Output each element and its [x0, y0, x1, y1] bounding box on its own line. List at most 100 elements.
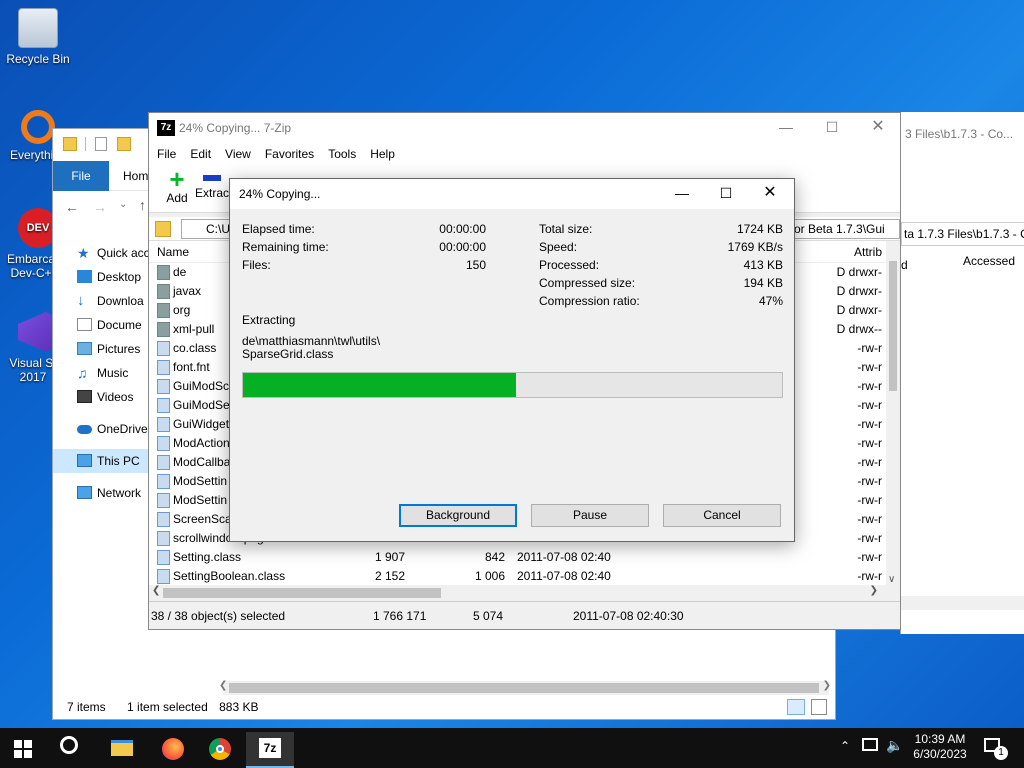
status-selection: 38 / 38 object(s) selected — [151, 609, 286, 623]
background-button[interactable]: Background — [399, 504, 517, 527]
maximize-icon[interactable]: ☐ — [822, 117, 842, 137]
new-folder-icon[interactable] — [117, 137, 131, 151]
tray-overflow-chevron-icon[interactable]: ⌃ — [840, 739, 850, 753]
sidebar-item-documents[interactable]: Docume — [53, 313, 151, 337]
menu-file[interactable]: File — [157, 147, 176, 161]
stat-processed: Processed: 413 KB — [539, 256, 783, 274]
scroll-thumb[interactable] — [163, 588, 441, 598]
column-name[interactable]: Name — [157, 241, 189, 263]
scroll-down-icon[interactable]: ∨ — [888, 574, 895, 585]
file-icon — [157, 455, 170, 470]
cancel-button[interactable]: Cancel — [663, 504, 781, 527]
close-icon[interactable]: ✕ — [760, 183, 780, 203]
7zip-menu-bar: File Edit View Favorites Tools Help — [149, 143, 900, 165]
stat-value: 00:00:00 — [439, 222, 486, 236]
sidebar-item-label: Desktop — [97, 270, 142, 284]
menu-favorites[interactable]: Favorites — [265, 147, 314, 161]
7zip-icon[interactable]: 7z — [246, 732, 294, 768]
add-button[interactable]: + Add — [157, 166, 197, 205]
folder-up-icon[interactable] — [155, 221, 171, 237]
scroll-right-icon[interactable]: ❯ — [823, 680, 831, 691]
file-name: ModSettin — [173, 493, 228, 507]
scroll-left-icon[interactable]: ❮ — [219, 680, 227, 691]
sidebar-item-network[interactable]: Network — [53, 481, 151, 505]
menu-view[interactable]: View — [225, 147, 251, 161]
file-name: ScreenScal — [173, 512, 235, 526]
table-row[interactable]: SettingBoolean.class 2 152 1 006 2011-07-08… — [149, 567, 886, 586]
network-tray-icon[interactable] — [862, 738, 878, 751]
search-magnifier-icon — [21, 110, 55, 144]
volume-muted-icon[interactable]: 🔈 — [886, 737, 903, 754]
sidebar-item-this-pc[interactable]: This PC — [53, 449, 151, 473]
scroll-thumb[interactable] — [889, 261, 897, 391]
firefox-icon[interactable] — [148, 732, 196, 768]
minimize-icon[interactable]: — — [672, 183, 692, 203]
sidebar-item-pictures[interactable]: Pictures — [53, 337, 151, 361]
chevron-down-icon[interactable]: ⌄ — [119, 199, 127, 210]
progress-fill — [243, 373, 517, 397]
file-name: xml-pull — [173, 322, 215, 336]
folder-icon — [157, 284, 170, 299]
file-name: GuiModSel — [173, 398, 233, 412]
separator — [85, 137, 86, 151]
stat-label: Total size: — [539, 222, 593, 236]
close-icon[interactable]: ✕ — [868, 117, 888, 137]
file-explorer-icon[interactable] — [98, 732, 146, 768]
path-input-tail[interactable]: or Beta 1.7.3\Gui — [794, 219, 900, 239]
up-arrow-icon[interactable]: ↑ — [139, 197, 146, 213]
menu-tools[interactable]: Tools — [328, 147, 356, 161]
file-list-vertical-scrollbar[interactable]: ∨ — [886, 241, 900, 585]
dialog-title: 24% Copying... — [239, 187, 321, 201]
folder-icon — [157, 303, 170, 318]
sidebar-item-videos[interactable]: Videos — [53, 385, 151, 409]
desktop-icon-recycle-bin[interactable]: Recycle Bin — [0, 8, 76, 66]
network-icon — [77, 486, 92, 499]
column-attrib[interactable]: Attrib — [854, 241, 882, 263]
file-name: font.fnt — [173, 360, 210, 374]
sidebar-item-music[interactable]: ♫ Music — [53, 361, 151, 385]
minimize-icon[interactable]: — — [776, 117, 796, 137]
documents-icon — [77, 318, 92, 331]
windows-start-icon[interactable] — [14, 740, 32, 758]
sidebar-item-onedrive[interactable]: OneDrive — [53, 417, 151, 441]
window-title: 3 Files\b1.7.3 - Co... — [905, 127, 1014, 141]
stat-label: Files: — [242, 258, 271, 272]
file-list-horizontal-scrollbar[interactable]: ❮ ❯ — [149, 585, 900, 601]
explorer-horizontal-scrollbar[interactable]: ❮ ❯ — [219, 680, 831, 695]
file-size: 2 152 — [374, 569, 405, 583]
stat-total-size: Total size: 1724 KB — [539, 220, 783, 238]
sidebar-item-desktop[interactable]: Desktop — [53, 265, 151, 289]
file-name: ModSettin — [173, 474, 228, 488]
horizontal-scrollbar[interactable] — [901, 596, 1024, 610]
menu-edit[interactable]: Edit — [190, 147, 211, 161]
copy-progress-bar — [242, 372, 783, 398]
file-size: 1 907 — [374, 550, 405, 564]
search-icon[interactable] — [60, 736, 78, 754]
maximize-icon[interactable]: ☐ — [716, 183, 736, 203]
sidebar-item-quick-access[interactable]: ★ Quick acc — [53, 241, 151, 265]
scroll-thumb[interactable] — [229, 683, 819, 693]
column-d[interactable]: d — [901, 256, 908, 274]
details-view-icon[interactable] — [787, 699, 805, 715]
column-accessed[interactable]: Accessed — [963, 252, 1015, 270]
pause-button[interactable]: Pause — [531, 504, 649, 527]
ribbon-tab-file[interactable]: File — [53, 161, 109, 191]
menu-help[interactable]: Help — [370, 147, 395, 161]
scroll-left-icon[interactable]: ❮ — [152, 585, 160, 596]
file-attributes: -rw-r — [857, 398, 882, 412]
current-file-name: SparseGrid.class — [242, 347, 334, 361]
chrome-icon[interactable] — [196, 732, 244, 768]
properties-icon[interactable] — [95, 137, 107, 151]
table-row[interactable]: Setting.class 1 907 842 2011-07-08 02:40 -rw… — [149, 548, 886, 567]
file-icon — [157, 493, 170, 508]
videos-icon — [77, 390, 92, 403]
sidebar-item-downloads[interactable]: ↓ Downloa — [53, 289, 151, 313]
file-icon — [157, 550, 170, 565]
scroll-right-icon[interactable]: ❯ — [870, 585, 878, 596]
large-icons-view-icon[interactable] — [811, 699, 827, 715]
back-arrow-icon[interactable]: ← — [65, 199, 79, 215]
sidebar-item-label: Downloa — [97, 294, 144, 308]
clock[interactable]: 10:39 AM 6/30/2023 — [912, 732, 968, 762]
address-bar[interactable]: ta 1.7.3 Files\b1.7.3 - Co — [901, 222, 1024, 246]
forward-arrow-icon[interactable]: → — [93, 199, 107, 215]
